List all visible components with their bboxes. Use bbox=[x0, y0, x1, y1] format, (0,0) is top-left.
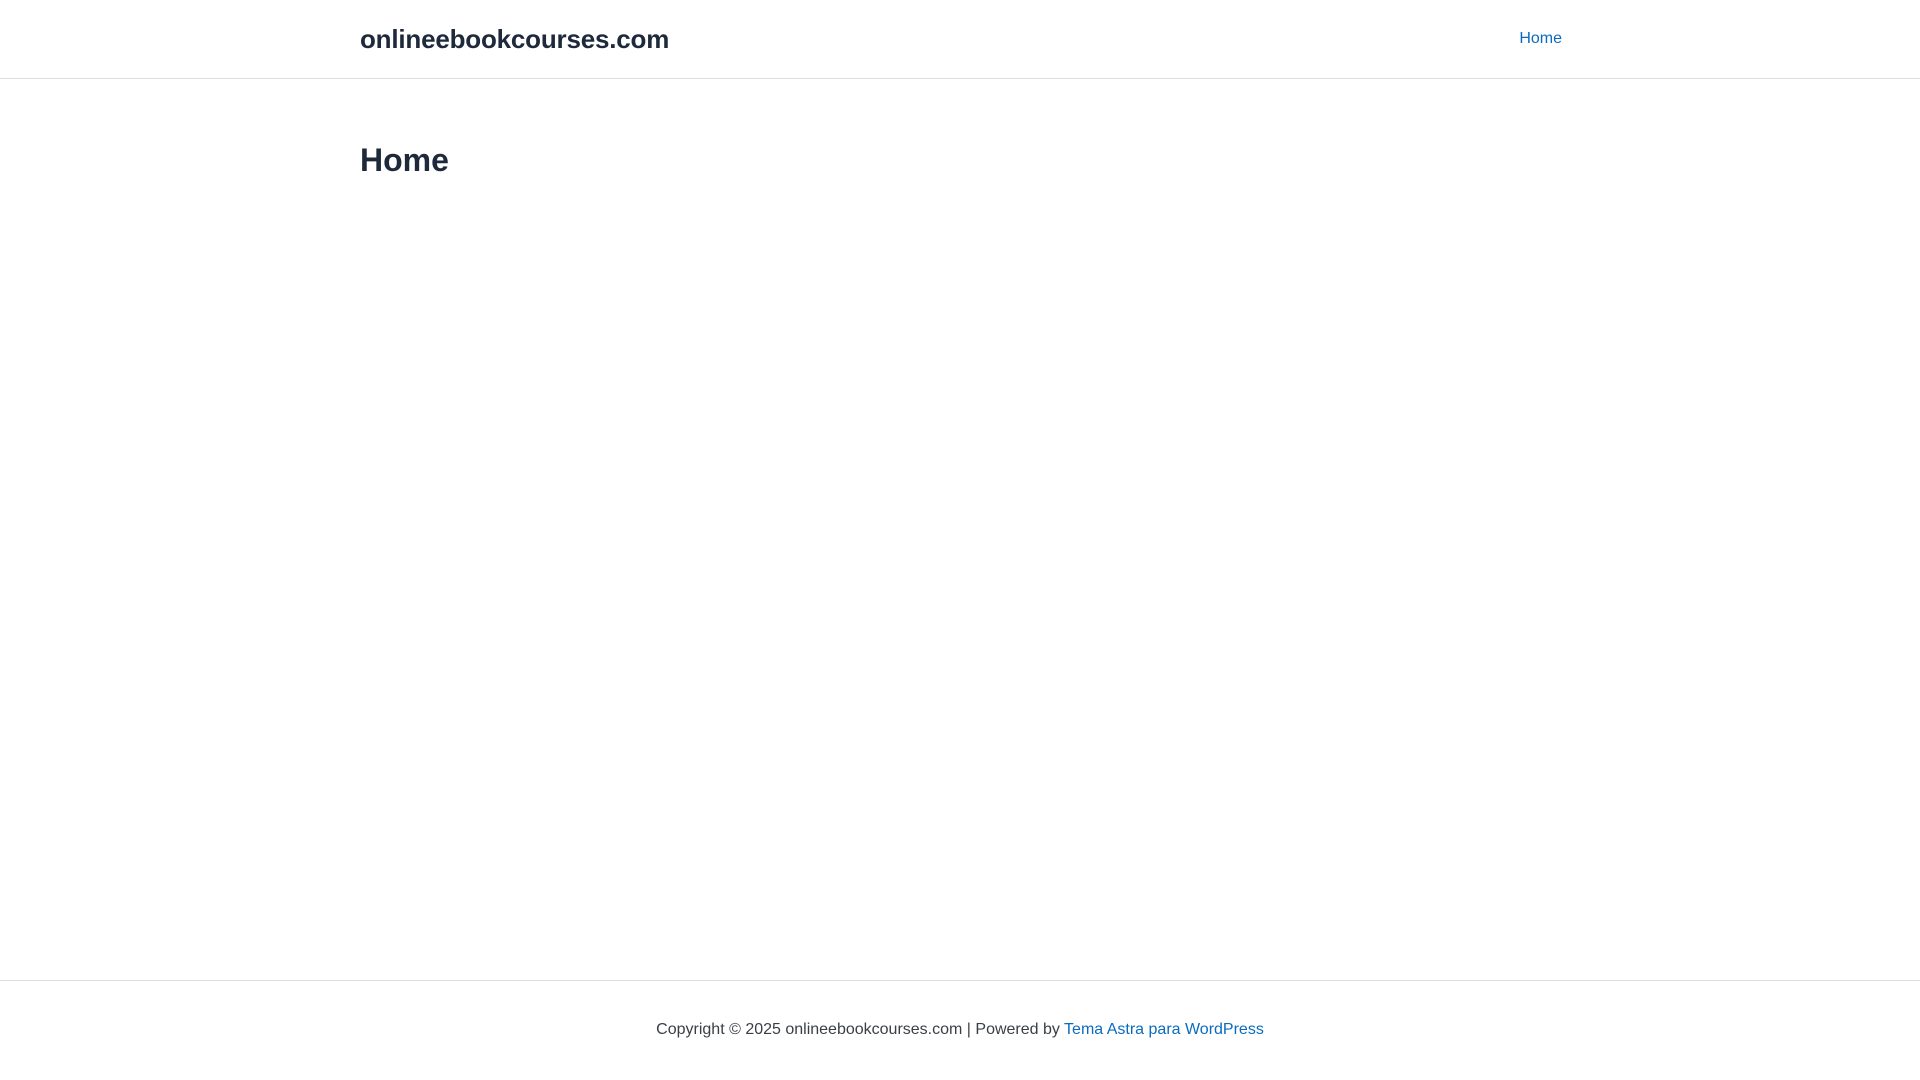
main-navigation: Home bbox=[1519, 30, 1562, 48]
content-inner: Home bbox=[300, 79, 1620, 179]
page: onlineebookcourses.com Home Home Copyrig… bbox=[0, 0, 1920, 1080]
copyright-text: Copyright © 2025 onlineebookcourses.com … bbox=[656, 1020, 1065, 1038]
site-title-link[interactable]: onlineebookcourses.com bbox=[360, 24, 669, 55]
nav-item-home[interactable]: Home bbox=[1519, 30, 1562, 48]
page-title: Home bbox=[360, 142, 449, 178]
site-footer: Copyright © 2025 onlineebookcourses.com … bbox=[0, 980, 1920, 1080]
header-inner: onlineebookcourses.com Home bbox=[300, 24, 1620, 55]
footer-text: Copyright © 2025 onlineebookcourses.com … bbox=[656, 1021, 1264, 1039]
main-content: Home bbox=[0, 79, 1920, 980]
site-header: onlineebookcourses.com Home bbox=[0, 0, 1920, 79]
theme-credit-link[interactable]: Tema Astra para WordPress bbox=[1064, 1021, 1264, 1038]
